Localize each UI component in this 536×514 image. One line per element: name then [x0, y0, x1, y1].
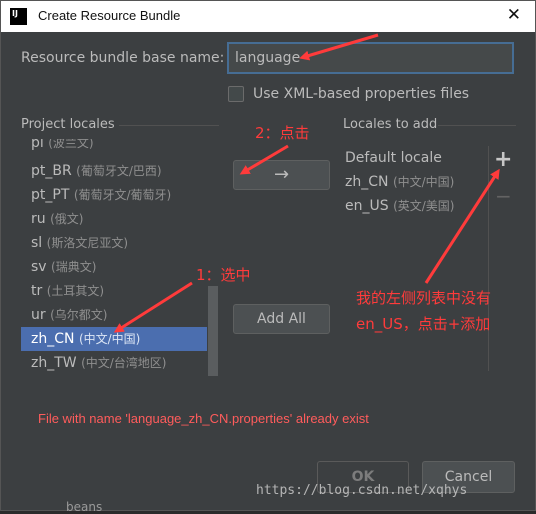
- list-item[interactable]: tr (土耳其文): [21, 279, 207, 303]
- locales-toolbar-separator: [488, 146, 489, 371]
- xml-properties-label: Use XML-based properties files: [253, 86, 470, 102]
- list-item[interactable]: zh_TW (中文/台湾地区): [21, 351, 207, 375]
- add-all-button[interactable]: Add All: [233, 304, 330, 334]
- annotation-note-line2: en_US，点击+添加: [356, 315, 491, 333]
- create-resource-bundle-dialog: IJ Create Resource Bundle ✕ Resource bun…: [0, 0, 536, 511]
- move-right-button[interactable]: →: [233, 160, 330, 190]
- background-editor-text: beans: [66, 500, 103, 514]
- close-icon[interactable]: ✕: [507, 5, 521, 25]
- list-item-selected[interactable]: zh_CN (中文/中国): [21, 327, 207, 351]
- list-item[interactable]: zh_CN (中文/中国): [345, 170, 485, 194]
- add-locale-icon[interactable]: +: [494, 149, 512, 171]
- intellij-app-icon: IJ: [10, 8, 27, 25]
- annotation-step1: 1：选中: [196, 266, 251, 284]
- watermark: https://blog.csdn.net/xqhys: [256, 483, 468, 498]
- title-bar: IJ Create Resource Bundle ✕: [1, 1, 535, 32]
- list-item[interactable]: pt_BR (葡萄牙文/巴西): [21, 159, 207, 183]
- list-item[interactable]: pt_PT (葡萄牙文/葡萄牙): [21, 183, 207, 207]
- locales-to-add-list[interactable]: Default locale zh_CN (中文/中国) en_US (英文/美…: [345, 146, 485, 218]
- error-message: File with name 'language_zh_CN.propertie…: [38, 411, 369, 426]
- list-item[interactable]: ur (乌尔都文): [21, 303, 207, 327]
- list-item[interactable]: ru (俄文): [21, 207, 207, 231]
- list-item[interactable]: pl (波兰文): [21, 139, 207, 155]
- dialog-title: Create Resource Bundle: [38, 8, 181, 23]
- list-item[interactable]: Default locale: [345, 146, 485, 170]
- annotation-note-line1: 我的左侧列表中没有: [356, 289, 492, 307]
- project-locales-header: Project locales: [21, 117, 115, 132]
- locales-to-add-separator: [438, 125, 516, 126]
- locales-to-add-header: Locales to add: [343, 117, 438, 132]
- base-name-label: Resource bundle base name:: [21, 50, 225, 66]
- list-item[interactable]: en_US (英文/美国): [345, 194, 485, 218]
- annotation-step2: 2：点击: [255, 124, 310, 142]
- project-locales-separator: [119, 125, 219, 126]
- list-item[interactable]: sl (斯洛文尼亚文): [21, 231, 207, 255]
- project-locales-list[interactable]: pl (波兰文) pt_BR (葡萄牙文/巴西) pt_PT (葡萄牙文/葡萄牙…: [21, 139, 218, 376]
- xml-properties-checkbox[interactable]: [228, 86, 244, 102]
- list-item[interactable]: sv (瑞典文): [21, 255, 207, 279]
- remove-locale-icon[interactable]: −: [495, 186, 512, 206]
- base-name-input[interactable]: language: [227, 42, 514, 74]
- list-scrollbar-thumb[interactable]: [208, 286, 218, 376]
